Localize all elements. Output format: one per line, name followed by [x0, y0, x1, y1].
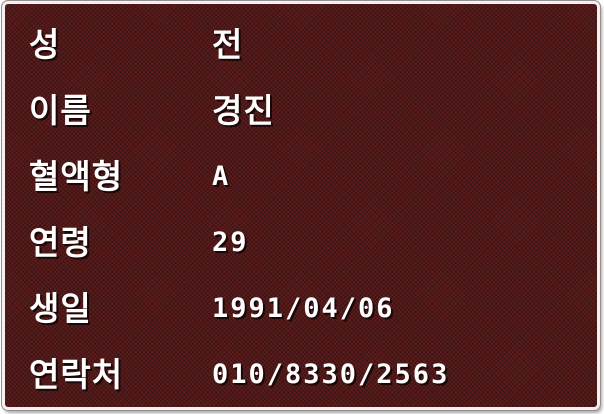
profile-row-name: 이름 경진 — [5, 78, 597, 144]
row-label: 연령 — [29, 223, 92, 262]
profile-row-age: 연령 29 — [5, 210, 597, 276]
profile-panel: 성 전 이름 경진 혈액형 A 연령 29 생일 1991/04/06 연락처 … — [2, 1, 600, 410]
row-value: 1991/04/06 — [212, 293, 395, 324]
row-label: 혈액형 — [29, 157, 124, 196]
profile-row-contact: 연락처 010/8330/2563 — [5, 342, 597, 407]
row-label: 이름 — [29, 91, 92, 130]
row-label: 성 — [29, 25, 61, 64]
row-value: 29 — [212, 227, 249, 258]
row-value: 경진 — [212, 91, 275, 130]
row-value: 010/8330/2563 — [212, 359, 450, 390]
row-label: 생일 — [29, 289, 92, 328]
row-label: 연락처 — [29, 355, 124, 394]
row-value: 전 — [212, 25, 244, 64]
profile-row-birthday: 생일 1991/04/06 — [5, 276, 597, 342]
profile-row-blood-type: 혈액형 A — [5, 144, 597, 210]
profile-row-surname: 성 전 — [5, 12, 597, 78]
row-value: A — [212, 161, 231, 192]
